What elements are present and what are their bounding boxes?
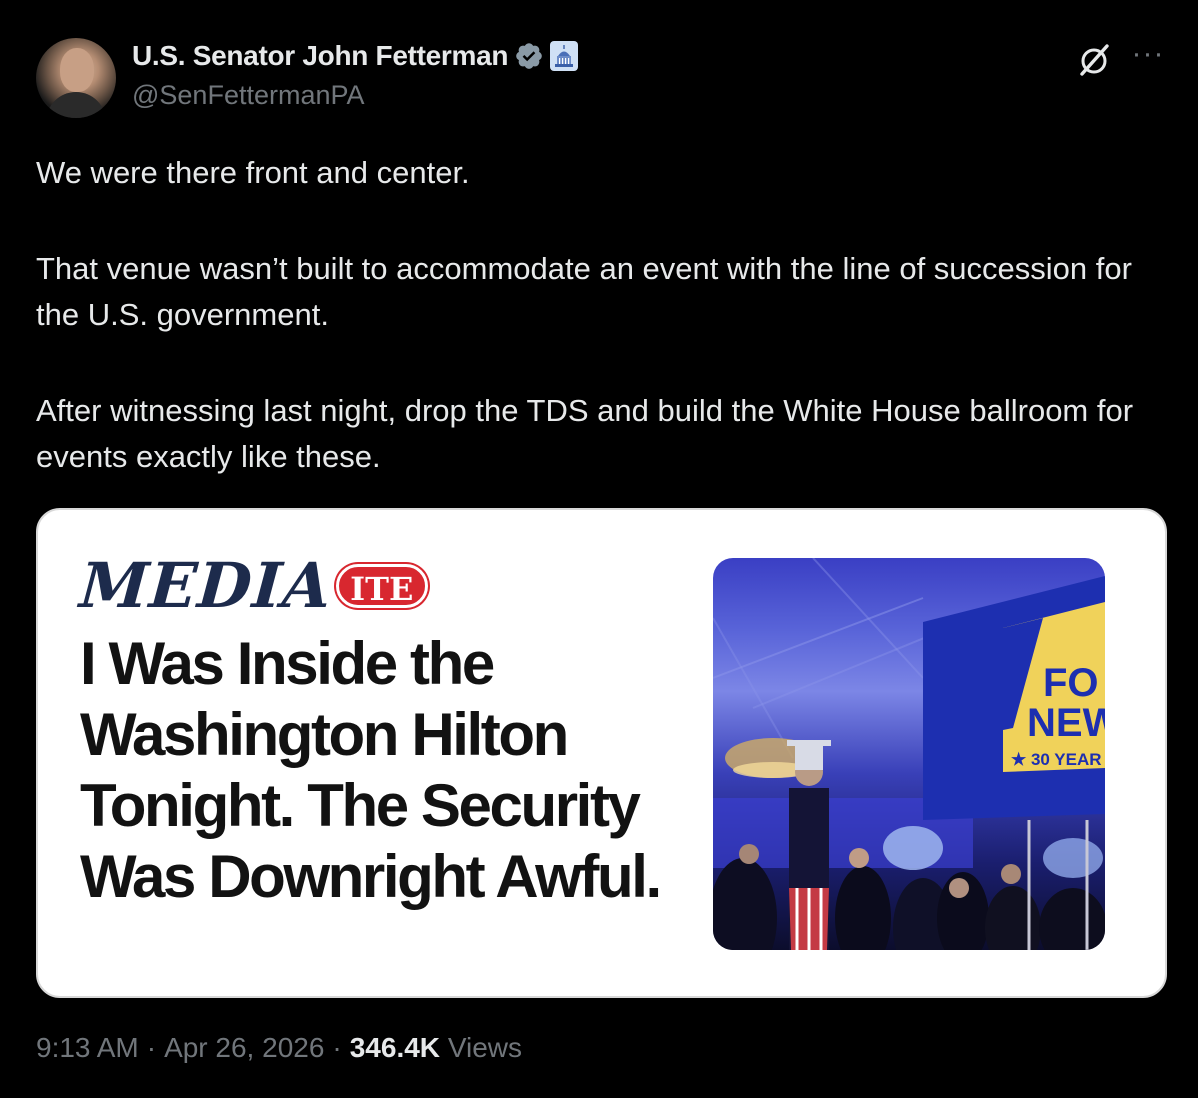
- mediaite-logo: MEDIA ITE: [77, 549, 428, 622]
- tweet-text: We were there front and center. That ven…: [36, 150, 1156, 480]
- sign-line2: NEW: [1027, 701, 1105, 745]
- tweet-time[interactable]: 9:13 AM: [36, 1032, 139, 1064]
- tweet-meta: 9:13 AM · Apr 26, 2026 · 346.4K Views: [36, 1032, 522, 1064]
- capitol-icon[interactable]: [550, 41, 579, 71]
- author-display-name[interactable]: U.S. Senator John Fetterman: [132, 40, 509, 72]
- link-card[interactable]: MEDIA ITE I Was Inside the Washington Hi…: [36, 508, 1167, 998]
- author-handle[interactable]: @SenFettermanPA: [132, 80, 365, 111]
- meta-separator: ·: [146, 1032, 157, 1063]
- sign-line1: FO: [1043, 661, 1099, 705]
- sign-line3: ★ 30 YEAR: [1011, 750, 1102, 769]
- logo-badge: ITE: [335, 564, 428, 608]
- card-headline: I Was Inside the Washington Hilton Tonig…: [80, 630, 662, 910]
- meta-separator: ·: [332, 1032, 342, 1063]
- tweet-paragraph: That venue wasn’t built to accommodate a…: [36, 251, 1132, 332]
- tweet-date[interactable]: Apr 26, 2026: [164, 1032, 324, 1064]
- avatar-head: [60, 48, 94, 92]
- views-label[interactable]: Views: [448, 1032, 522, 1063]
- tweet-paragraph: We were there front and center.: [36, 155, 470, 190]
- more-icon[interactable]: ···: [1130, 39, 1166, 72]
- avatar[interactable]: [36, 38, 116, 118]
- tweet: U.S. Senator John Fetterman @SenFetterma…: [0, 0, 1198, 1098]
- logo-wordmark: MEDIA: [77, 549, 335, 622]
- article-photo: FO NEW ★ 30 YEAR: [713, 558, 1105, 950]
- avatar-shirt: [46, 92, 106, 118]
- author-name-row: U.S. Senator John Fetterman: [132, 38, 579, 74]
- views-count[interactable]: 346.4K: [350, 1032, 440, 1063]
- verified-badge-icon[interactable]: [514, 41, 544, 71]
- grok-icon[interactable]: [1074, 40, 1114, 80]
- tweet-paragraph: After witnessing last night, drop the TD…: [36, 393, 1134, 474]
